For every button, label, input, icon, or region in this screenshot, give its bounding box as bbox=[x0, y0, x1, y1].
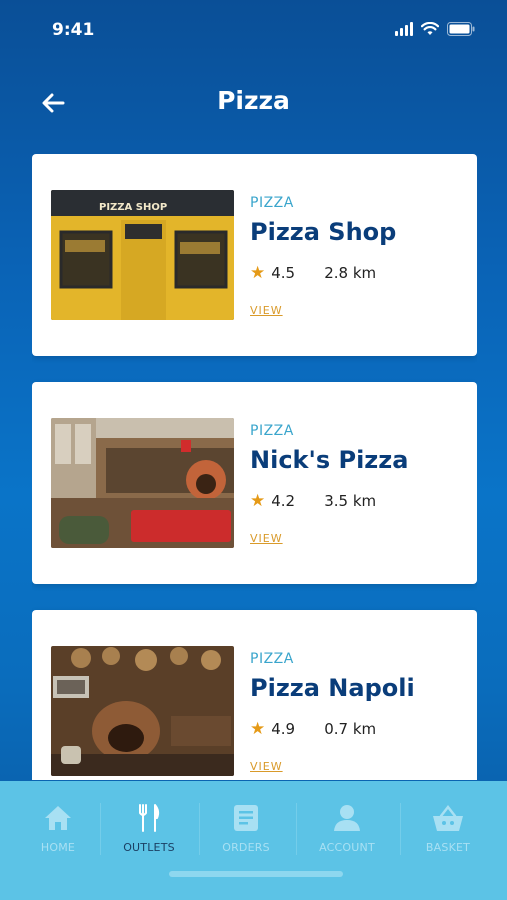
shop-sign: PIZZA SHOP bbox=[99, 202, 167, 213]
status-bar: 9:41 bbox=[0, 0, 507, 60]
account-icon bbox=[334, 805, 360, 831]
cutlery-icon bbox=[139, 804, 160, 832]
outlet-distance: 3.5 km bbox=[324, 492, 377, 510]
outlet-category: PIZZA bbox=[250, 651, 294, 667]
outlet-card[interactable]: PIZZA SHOP PIZZA Pizza Shop ★ 4.5 2.8 km… bbox=[32, 154, 477, 356]
tab-account[interactable]: ACCOUNT bbox=[297, 803, 397, 854]
page-title: Pizza bbox=[217, 86, 290, 115]
status-time: 9:41 bbox=[52, 20, 95, 40]
tab-label: BASKET bbox=[425, 841, 471, 854]
outlet-rating: 4.2 bbox=[271, 492, 296, 510]
outlet-name: Nick's Pizza bbox=[250, 446, 409, 474]
view-link[interactable]: VIEW bbox=[250, 304, 283, 317]
home-icon bbox=[45, 806, 71, 830]
tab-bar: HOME OUTLETS ORDERS ACCOUNT BASKET bbox=[0, 781, 507, 900]
outlet-name: Pizza Napoli bbox=[250, 674, 415, 702]
outlet-distance: 0.7 km bbox=[324, 720, 377, 738]
orders-icon bbox=[234, 805, 258, 831]
outlet-category: PIZZA bbox=[250, 195, 294, 211]
outlet-category: PIZZA bbox=[250, 423, 294, 439]
tab-label: OUTLETS bbox=[123, 841, 175, 854]
view-link[interactable]: VIEW bbox=[250, 532, 283, 545]
outlet-rating: 4.9 bbox=[271, 720, 296, 738]
outlet-card[interactable]: PIZZA Pizza Napoli ★ 4.9 0.7 km VIEW bbox=[32, 610, 477, 780]
outlet-image bbox=[51, 646, 234, 776]
outlet-meta: ★ 4.2 3.5 km bbox=[250, 491, 376, 511]
tab-label: ACCOUNT bbox=[319, 841, 375, 854]
header: Pizza bbox=[0, 80, 507, 128]
tab-home[interactable]: HOME bbox=[8, 803, 108, 854]
status-icons bbox=[395, 22, 475, 36]
tab-orders[interactable]: ORDERS bbox=[196, 803, 296, 854]
view-link[interactable]: VIEW bbox=[250, 760, 283, 773]
outlet-meta: ★ 4.5 2.8 km bbox=[250, 263, 376, 283]
outlet-list[interactable]: PIZZA SHOP PIZZA Pizza Shop ★ 4.5 2.8 km… bbox=[32, 154, 477, 780]
basket-icon bbox=[433, 804, 463, 831]
cellular-signal-icon bbox=[395, 22, 413, 36]
outlet-meta: ★ 4.9 0.7 km bbox=[250, 719, 376, 739]
star-icon: ★ bbox=[250, 263, 266, 283]
tab-label: ORDERS bbox=[222, 841, 270, 854]
tab-outlets[interactable]: OUTLETS bbox=[99, 803, 199, 854]
outlet-image bbox=[51, 418, 234, 548]
outlet-rating: 4.5 bbox=[271, 264, 296, 282]
outlet-image: PIZZA SHOP bbox=[51, 190, 234, 320]
tab-basket[interactable]: BASKET bbox=[398, 803, 498, 854]
outlet-distance: 2.8 km bbox=[324, 264, 377, 282]
star-icon: ★ bbox=[250, 719, 266, 739]
home-indicator[interactable] bbox=[169, 871, 343, 877]
tab-label: HOME bbox=[40, 841, 76, 854]
wifi-icon bbox=[421, 22, 439, 36]
star-icon: ★ bbox=[250, 491, 266, 511]
battery-icon bbox=[447, 22, 475, 36]
outlet-card[interactable]: PIZZA Nick's Pizza ★ 4.2 3.5 km VIEW bbox=[32, 382, 477, 584]
outlet-name: Pizza Shop bbox=[250, 218, 397, 246]
